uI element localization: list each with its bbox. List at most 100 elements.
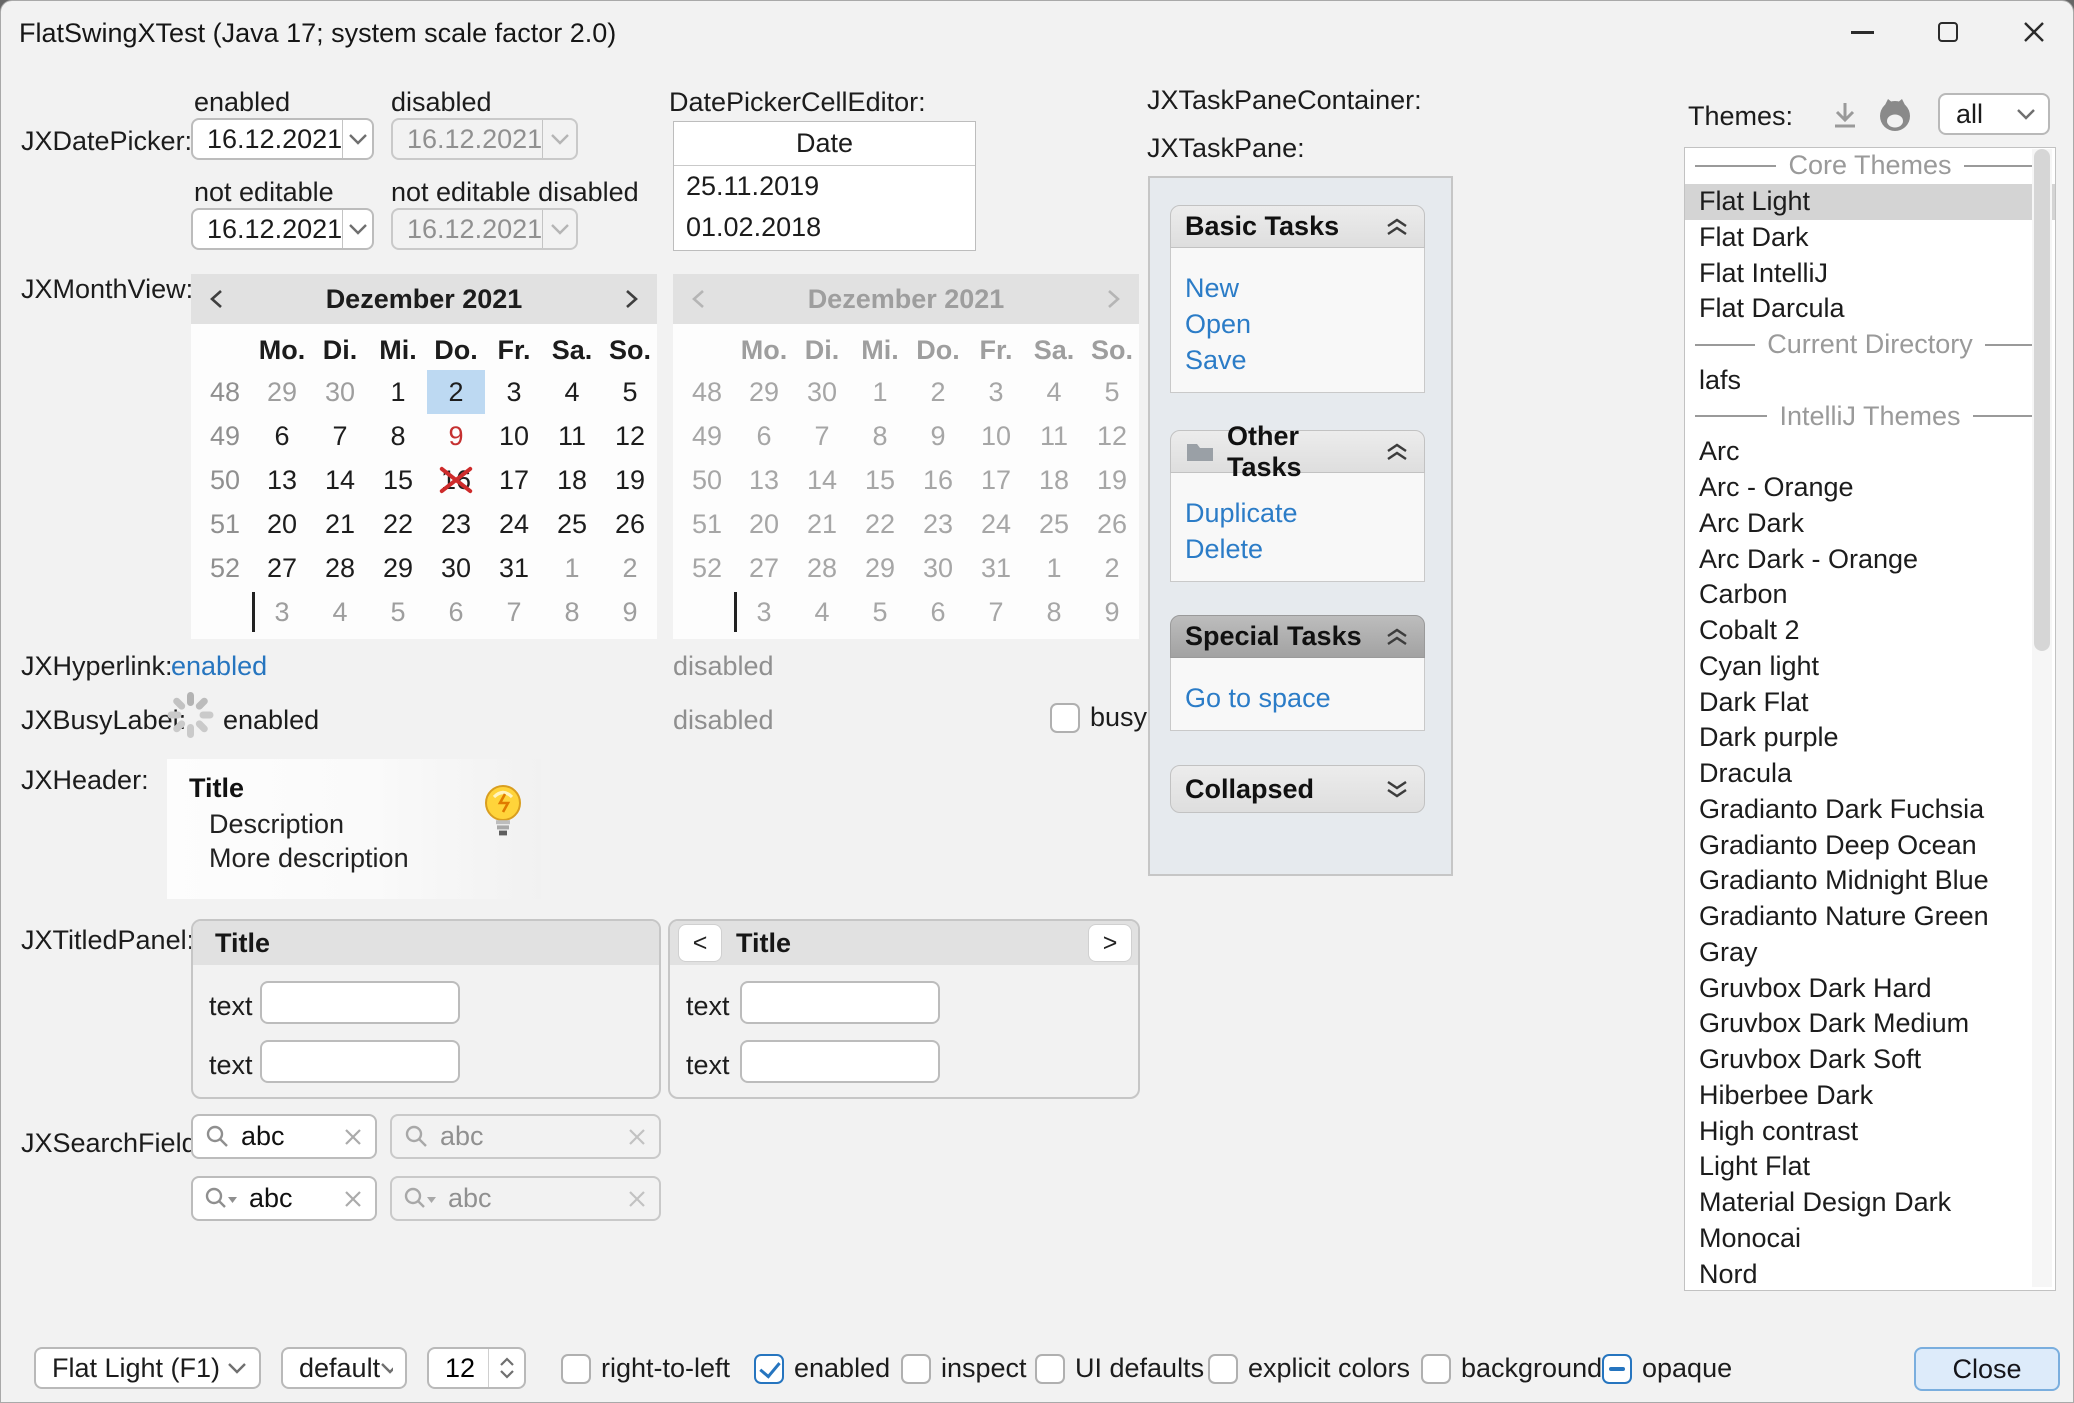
theme-list-item[interactable]: Hiberbee Dark (1685, 1078, 2055, 1114)
text-input[interactable] (740, 1040, 940, 1083)
theme-list-item[interactable]: Dark purple (1685, 720, 2055, 756)
theme-list-item[interactable]: Flat IntelliJ (1685, 255, 2055, 291)
calendar-day[interactable]: 17 (485, 458, 543, 502)
taskpane-group-header[interactable]: Special Tasks (1170, 615, 1425, 658)
theme-list-item[interactable]: Arc (1685, 434, 2055, 470)
text-input[interactable] (260, 981, 460, 1024)
theme-list-item[interactable]: Flat Light (1685, 184, 2055, 220)
calendar-day[interactable]: 2 (427, 370, 485, 414)
theme-list-item[interactable]: Light Flat (1685, 1149, 2055, 1185)
taskpane-link[interactable]: Go to space (1185, 680, 1424, 716)
busy-checkbox[interactable]: busy (1050, 702, 1147, 733)
ui-defaults-checkbox[interactable]: UI defaults (1035, 1353, 1204, 1384)
taskpane-link[interactable]: Save (1185, 342, 1424, 378)
download-icon[interactable] (1827, 97, 1863, 133)
theme-list-item[interactable]: Dracula (1685, 756, 2055, 792)
calendar-day[interactable]: 9 (427, 414, 485, 458)
taskpane-group-header[interactable]: Other Tasks (1170, 430, 1425, 473)
close-window-button[interactable] (2001, 5, 2067, 59)
scrollbar-thumb[interactable] (2034, 149, 2050, 651)
theme-list-item[interactable]: Gruvbox Dark Hard (1685, 970, 2055, 1006)
theme-list-item[interactable]: Carbon (1685, 577, 2055, 613)
calendar-day[interactable]: 4 (543, 370, 601, 414)
calendar-day[interactable]: 5 (369, 590, 427, 634)
search-dropdown-icon[interactable] (205, 1186, 239, 1212)
calendar-day[interactable]: 15 (369, 458, 427, 502)
search-input[interactable]: abc (241, 1121, 333, 1152)
taskpane-link[interactable]: Delete (1185, 531, 1424, 567)
calendar-day[interactable]: 12 (601, 414, 659, 458)
theme-list-item[interactable]: High contrast (1685, 1113, 2055, 1149)
calendar-day[interactable]: 25 (543, 502, 601, 546)
theme-list-item[interactable]: Nord (1685, 1256, 2055, 1291)
datepicker-not-editable[interactable]: 16.12.2021 (191, 208, 374, 250)
theme-list-item[interactable]: Flat Dark (1685, 220, 2055, 256)
checkbox-box[interactable] (561, 1354, 591, 1384)
theme-list-item[interactable]: Arc Dark - Orange (1685, 541, 2055, 577)
theme-list-item[interactable]: Gradianto Midnight Blue (1685, 863, 2055, 899)
calendar-day[interactable]: 2 (601, 546, 659, 590)
scrollbar[interactable] (2032, 149, 2052, 1287)
taskpane-link[interactable]: New (1185, 270, 1424, 306)
taskpane-link[interactable]: Open (1185, 306, 1424, 342)
checkbox-box[interactable] (1208, 1354, 1238, 1384)
calendar-day[interactable]: 30 (311, 370, 369, 414)
taskpane-group-header[interactable]: Collapsed (1170, 765, 1425, 813)
calendar-day[interactable]: 8 (369, 414, 427, 458)
chevron-up-double-icon[interactable] (1384, 442, 1410, 462)
theme-list-item[interactable]: Dark Flat (1685, 684, 2055, 720)
clear-icon[interactable] (343, 1189, 363, 1209)
explicit-colors-checkbox[interactable]: explicit colors (1208, 1353, 1410, 1384)
checkbox-box[interactable] (901, 1354, 931, 1384)
calendar-day[interactable]: 13 (253, 458, 311, 502)
theme-list-item[interactable]: Cobalt 2 (1685, 613, 2055, 649)
theme-list-item[interactable]: Flat Darcula (1685, 291, 2055, 327)
chevron-up-double-icon[interactable] (1384, 627, 1410, 647)
calendar-day[interactable]: 28 (311, 546, 369, 590)
taskpane-group-header[interactable]: Basic Tasks (1170, 205, 1425, 248)
calendar-day[interactable]: 7 (311, 414, 369, 458)
calendar-day[interactable]: 24 (485, 502, 543, 546)
theme-list-item[interactable]: Material Design Dark (1685, 1185, 2055, 1221)
checkbox-box[interactable] (1421, 1354, 1451, 1384)
themes-filter-combo[interactable]: all (1938, 93, 2050, 135)
panel-next-button[interactable]: > (1088, 924, 1132, 962)
calendar-day[interactable]: 18 (543, 458, 601, 502)
background-checkbox[interactable]: background (1421, 1353, 1602, 1384)
datepicker-dropdown-button[interactable] (342, 120, 372, 158)
theme-list-item[interactable]: Arc - Orange (1685, 470, 2055, 506)
calendar-day[interactable]: 23 (427, 502, 485, 546)
theme-list-item[interactable]: Gruvbox Dark Soft (1685, 1042, 2055, 1078)
calendar-day[interactable]: 19 (601, 458, 659, 502)
calendar-day[interactable]: 7 (485, 590, 543, 634)
close-button[interactable]: Close (1914, 1347, 2060, 1391)
calendar-day[interactable]: 1 (543, 546, 601, 590)
chevron-up-double-icon[interactable] (1384, 217, 1410, 237)
inspect-checkbox[interactable]: inspect (901, 1353, 1027, 1384)
theme-list-item[interactable]: Cyan light (1685, 649, 2055, 685)
text-input[interactable] (260, 1040, 460, 1083)
calendar-day[interactable]: 11 (543, 414, 601, 458)
chevron-down-double-icon[interactable] (1384, 779, 1410, 799)
right-to-left-checkbox[interactable]: right-to-left (561, 1353, 730, 1384)
panel-prev-button[interactable]: < (678, 924, 722, 962)
theme-list-item[interactable]: Gruvbox Dark Medium (1685, 1006, 2055, 1042)
calendar-day[interactable]: 9 (601, 590, 659, 634)
theme-list-item[interactable]: Gray (1685, 935, 2055, 971)
prev-month-icon[interactable] (207, 288, 225, 310)
theme-list-item[interactable]: Monocai (1685, 1221, 2055, 1257)
taskpane-link[interactable]: Duplicate (1185, 495, 1424, 531)
maximize-button[interactable] (1915, 5, 1981, 59)
calendar-day[interactable]: 3 (253, 590, 311, 634)
theme-list-item[interactable]: Gradianto Dark Fuchsia (1685, 792, 2055, 828)
calendar-day[interactable]: 1 (369, 370, 427, 414)
next-month-icon[interactable] (623, 288, 641, 310)
calendar-day[interactable]: 16 (427, 458, 485, 502)
text-input[interactable] (740, 981, 940, 1024)
calendar-day[interactable]: 3 (485, 370, 543, 414)
table-row[interactable]: 25.11.2019 (674, 166, 975, 207)
style-combo[interactable]: default (281, 1347, 407, 1389)
search-field-dropdown-enabled[interactable]: abc (191, 1176, 377, 1221)
hyperlink-enabled[interactable]: enabled (171, 651, 267, 682)
calendar-day[interactable]: 6 (253, 414, 311, 458)
